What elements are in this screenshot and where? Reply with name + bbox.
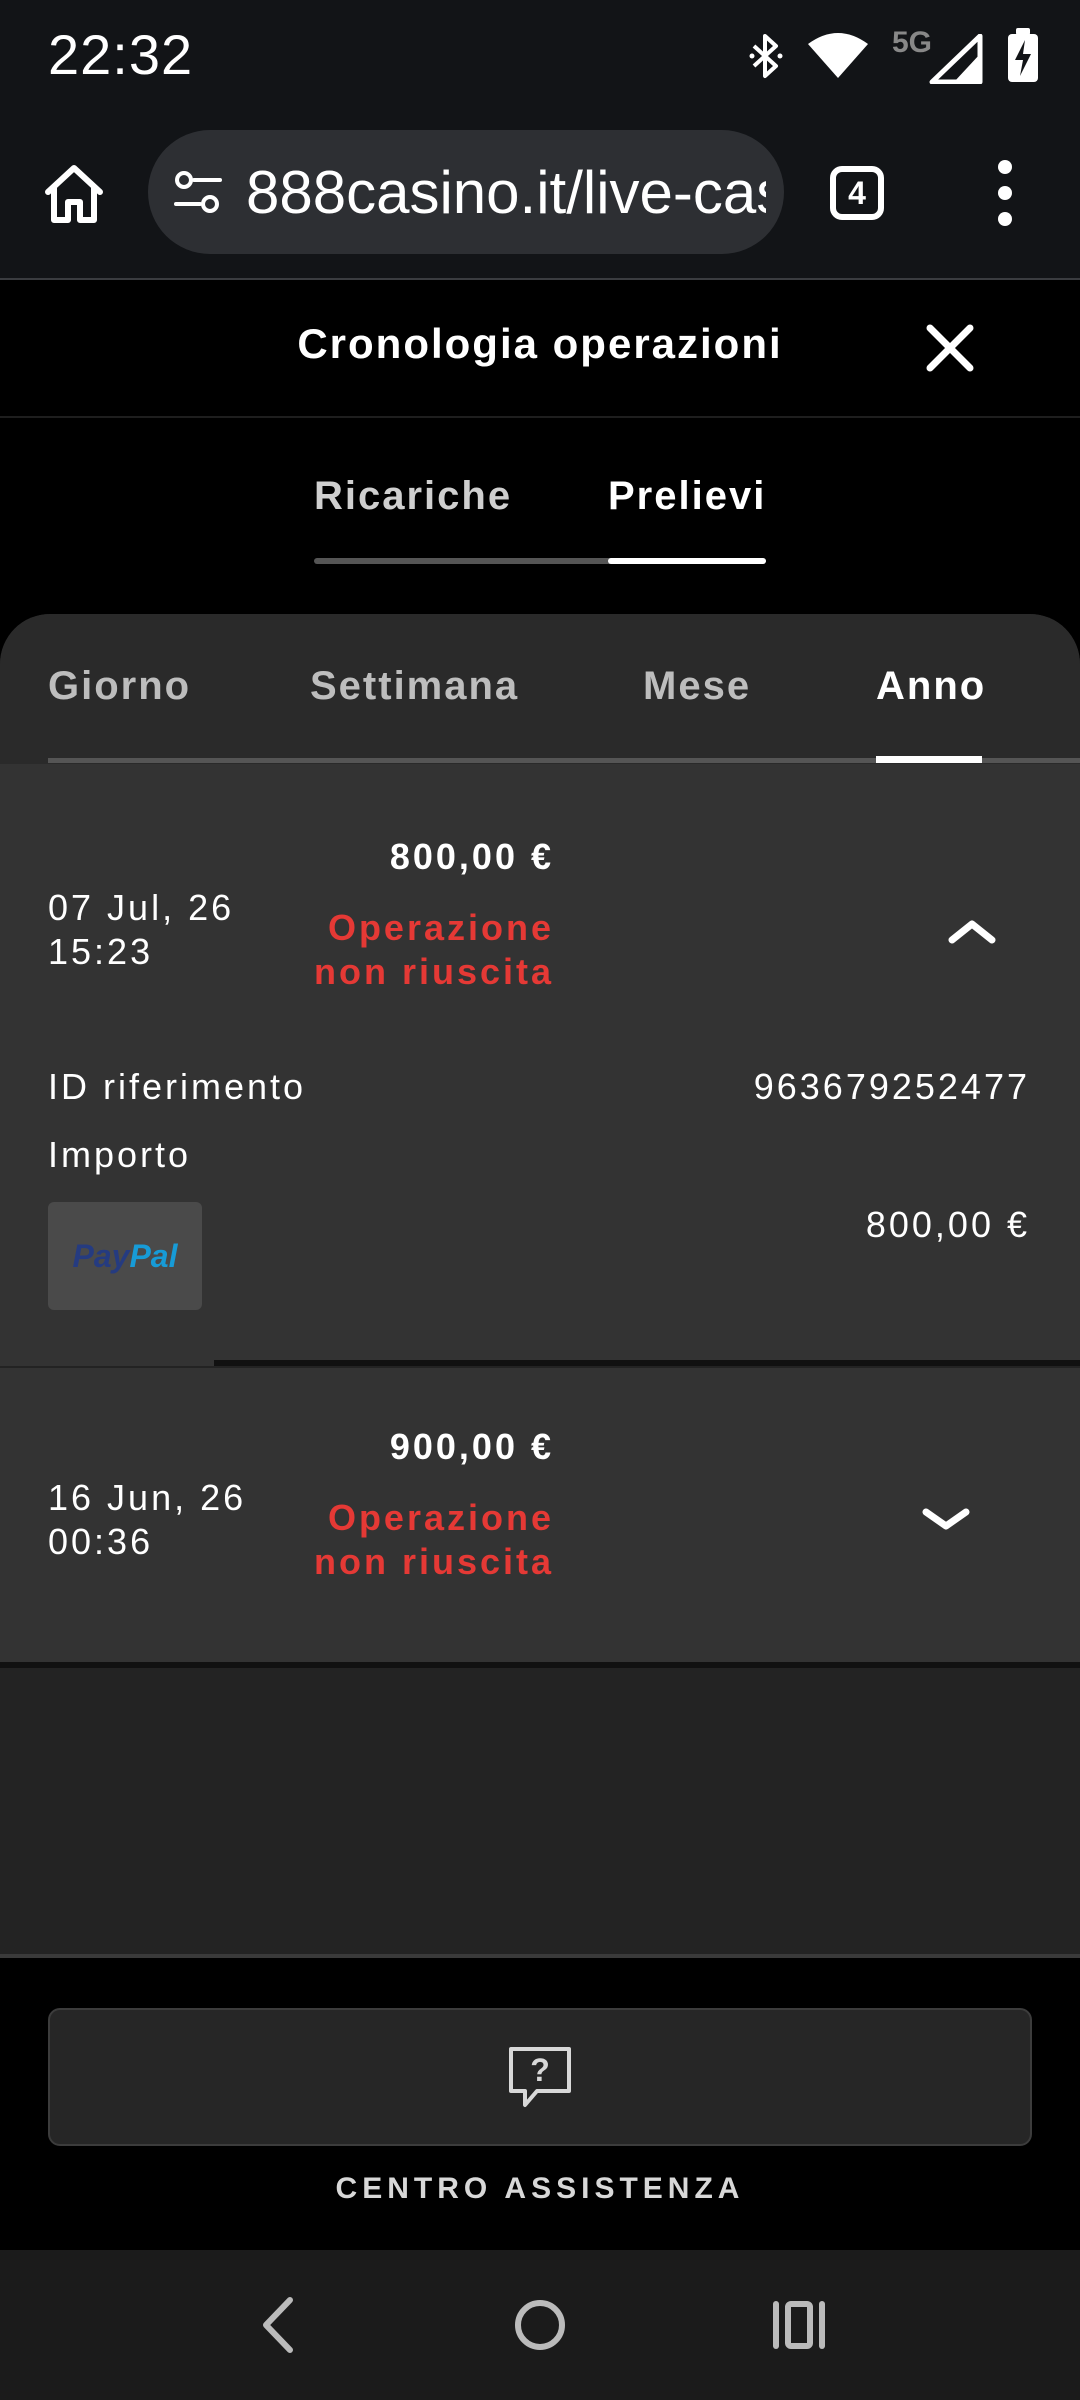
amount-label: Importo (48, 1134, 192, 1175)
status-line-2: non riuscita (313, 951, 554, 992)
tab-label: Ricariche (314, 474, 513, 518)
chevron-up-icon[interactable] (948, 916, 996, 946)
status-time: 22:32 (48, 23, 194, 86)
period-tab-mese[interactable]: Mese (643, 664, 751, 709)
main-tabs: Ricariche Prelievi (314, 440, 766, 566)
transaction-row[interactable]: 07 Jul, 26 15:23 800,00 € Operazione non… (0, 764, 1080, 1360)
tab-prelievi[interactable]: Prelievi (608, 440, 766, 566)
period-tab-anno[interactable]: Anno (876, 664, 986, 709)
transaction-status: Operazione non riuscita (314, 906, 554, 994)
transaction-date-day: 16 Jun, 26 (48, 1477, 247, 1518)
transaction-date: 16 Jun, 26 00:36 (48, 1476, 246, 1564)
ref-id-value: 963679252477 (753, 1066, 1030, 1107)
url-text: 888casino.it/live-casino (246, 159, 766, 226)
tab-ricariche[interactable]: Ricariche (314, 440, 608, 566)
history-panel: Giorno Settimana Mese Anno 07 Jul, 26 15… (0, 614, 1080, 1954)
help-center-button[interactable]: ? (48, 2008, 1032, 2146)
paypal-logo-text: PayPal (72, 1237, 178, 1274)
browser-toolbar: 888casino.it/live-casino 4 (0, 110, 1080, 280)
transaction-date: 07 Jul, 26 15:23 (48, 886, 234, 974)
row-divider (214, 1360, 1080, 1366)
transaction-date-time: 15:23 (48, 931, 154, 972)
transaction-date-day: 07 Jul, 26 (48, 887, 235, 928)
tabs-switcher-button[interactable]: 4 (830, 166, 884, 220)
status-bar: 22:32 5G (0, 0, 1080, 110)
transaction-amount: 900,00 € (389, 1426, 554, 1467)
status-line-2: non riuscita (313, 1541, 554, 1582)
battery-charging-icon (1008, 28, 1038, 82)
period-tab-settimana[interactable]: Settimana (310, 664, 519, 709)
signal-5g: 5G (892, 26, 984, 84)
home-circle-icon[interactable] (505, 2290, 575, 2360)
period-tabs: Giorno Settimana Mese Anno (0, 614, 1080, 764)
period-tab-giorno[interactable]: Giorno (48, 664, 191, 709)
ref-id-label: ID riferimento (48, 1066, 307, 1107)
address-bar[interactable]: 888casino.it/live-casino (148, 130, 784, 254)
system-nav-bar (0, 2250, 1080, 2400)
help-center-label[interactable]: CENTRO ASSISTENZA (0, 2172, 1080, 2206)
back-icon[interactable] (246, 2290, 316, 2360)
bluetooth-icon (749, 34, 783, 78)
transaction-status: Operazione non riuscita (314, 1496, 554, 1584)
transaction-amount: 800,00 € (389, 836, 554, 877)
page-title: Cronologia operazioni (297, 320, 783, 367)
status-line-1: Operazione (327, 1497, 554, 1538)
period-tab-indicator (876, 756, 982, 763)
row-divider (0, 1662, 1080, 1668)
more-vert-icon[interactable] (990, 160, 1020, 226)
paypal-logo: PayPal (48, 1202, 202, 1310)
close-icon[interactable] (922, 320, 978, 376)
tab-underline-active (608, 558, 766, 564)
site-settings-icon[interactable] (172, 168, 224, 216)
recents-icon[interactable] (764, 2290, 834, 2360)
transaction-date-time: 00:36 (48, 1521, 154, 1562)
help-chat-icon: ? (509, 2047, 571, 2107)
page-header: Cronologia operazioni (0, 282, 1080, 418)
home-icon[interactable] (40, 160, 108, 228)
svg-text:?: ? (530, 2052, 550, 2088)
wifi-icon (808, 33, 868, 78)
help-area: ? CENTRO ASSISTENZA (0, 1954, 1080, 2250)
signal-icon (929, 34, 983, 84)
status-icons: 5G (748, 26, 1040, 86)
transaction-row[interactable]: 16 Jun, 26 00:36 900,00 € Operazione non… (0, 1368, 1080, 1662)
row-divider-left (0, 1360, 214, 1366)
network-label: 5G (892, 26, 933, 59)
chevron-down-icon[interactable] (922, 1504, 970, 1534)
status-line-1: Operazione (327, 907, 554, 948)
amount-value: 800,00 € (865, 1204, 1030, 1245)
tab-label: Prelievi (608, 474, 767, 518)
